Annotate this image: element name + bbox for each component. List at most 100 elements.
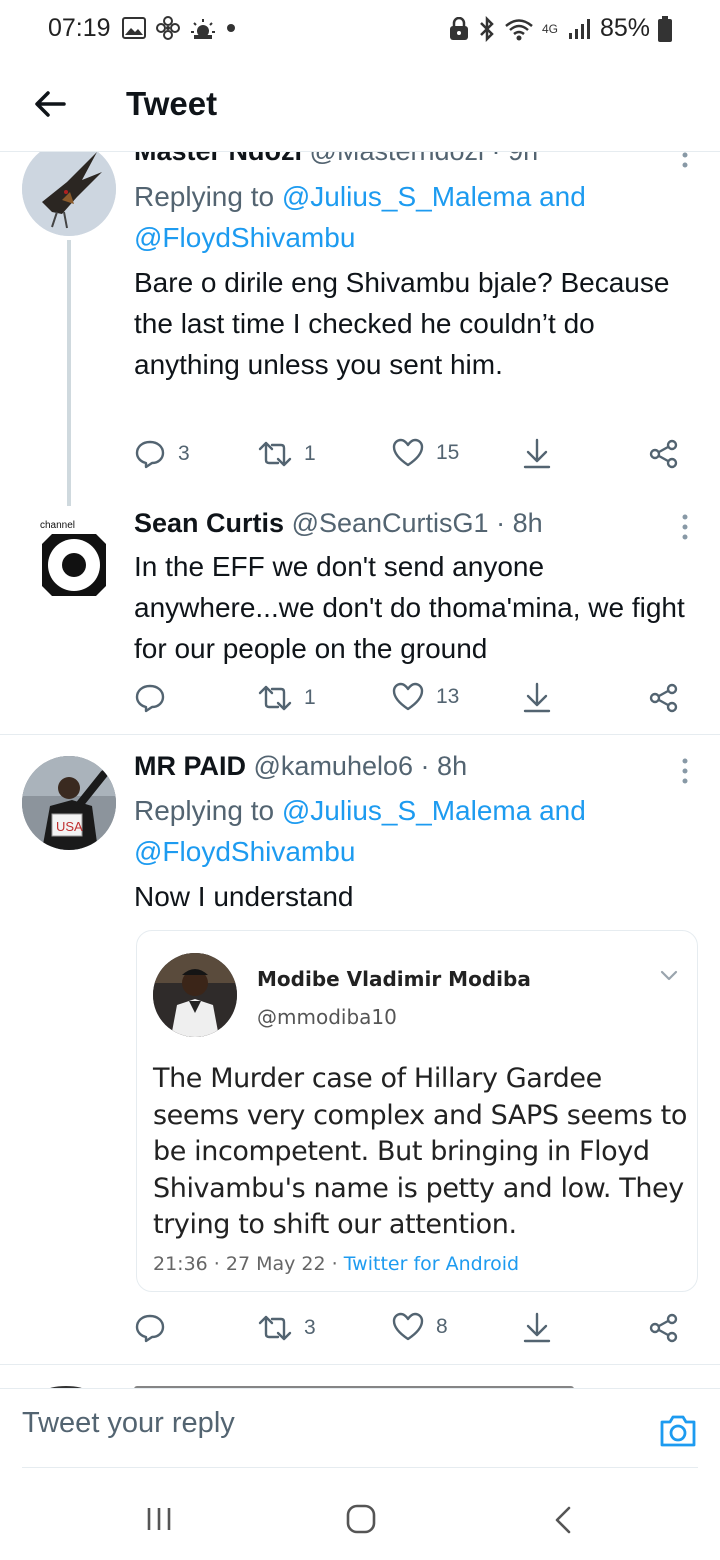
like-button[interactable]: 13: [392, 682, 459, 712]
camera-icon: [660, 1415, 696, 1447]
replying-to: Replying to @Julius_S_Malema and @FloydS…: [134, 176, 694, 258]
mention-link[interactable]: @Julius_S_Malema: [282, 795, 531, 826]
retweet-icon: [258, 441, 292, 467]
avatar-text: channel: [40, 520, 75, 531]
reply-input[interactable]: Tweet your reply: [22, 1407, 622, 1440]
network-type: 4G: [541, 21, 558, 36]
replying-to: Replying to @Julius_S_Malema and @FloydS…: [134, 790, 694, 872]
heart-icon: [392, 1312, 424, 1341]
divider: [0, 1364, 720, 1365]
retweet-button[interactable]: 1: [258, 438, 316, 470]
tweet-time: 8h: [437, 751, 468, 781]
back-button[interactable]: [30, 84, 70, 124]
channel-logo-avatar: channel: [22, 512, 116, 606]
tweet-text: Bare o dirile eng Shivambu bjale? Becaus…: [134, 267, 670, 380]
author-name[interactable]: Sean Curtis: [134, 508, 284, 538]
lock-icon: [449, 16, 468, 40]
reply-icon: [135, 440, 165, 469]
retweet-icon: [258, 1315, 292, 1341]
tweet-text: Now I understand: [134, 881, 354, 912]
avatar[interactable]: [22, 142, 116, 236]
more-options-icon[interactable]: [680, 512, 690, 542]
bookmark-button[interactable]: [522, 682, 552, 714]
status-notification-icons: [122, 16, 236, 40]
tweet-header: MR PAID @kamuhelo6 · 8h: [134, 751, 467, 782]
quoted-tweet-card[interactable]: Modibe Vladimir Modiba @mmodiba10 The Mu…: [136, 930, 698, 1292]
system-nav-bar: [0, 1468, 720, 1560]
avatar[interactable]: USA: [22, 756, 116, 850]
weather-icon: [191, 19, 215, 39]
like-count: 15: [436, 441, 460, 464]
retweet-button[interactable]: 3: [258, 1312, 316, 1344]
tweet-actions: 3 8: [134, 1312, 694, 1352]
bookmark-button[interactable]: [522, 1312, 552, 1344]
chevron-down-icon[interactable]: [659, 969, 679, 983]
replying-to-prefix: Replying to: [134, 795, 282, 826]
quoted-timestamp: 21:36 · 27 May 22 ·: [153, 1253, 344, 1275]
share-icon: [649, 683, 678, 713]
more-options-icon[interactable]: [680, 756, 690, 786]
quoted-tweet-text: The Murder case of Hillary Gardee seems …: [153, 1063, 687, 1240]
like-button[interactable]: 8: [392, 1312, 448, 1342]
download-icon: [523, 682, 551, 713]
thread-line: [67, 240, 71, 506]
quoted-author-name: Modibe Vladimir Modiba: [257, 967, 531, 991]
mention-and: and: [531, 181, 586, 212]
retweet-count: 1: [304, 442, 316, 465]
reply-icon: [135, 1314, 165, 1343]
mention-and: and: [531, 795, 586, 826]
recent-apps-icon[interactable]: [146, 1506, 172, 1532]
gallery-icon: [122, 17, 146, 39]
bluetooth-icon: [480, 15, 494, 42]
reply-icon: [135, 684, 165, 713]
pinwheel-icon: [156, 16, 180, 40]
author-name[interactable]: MR PAID: [134, 751, 246, 781]
tweet-actions: 1 13: [134, 682, 694, 722]
retweet-button[interactable]: 1: [258, 682, 316, 714]
page-title: Tweet: [126, 85, 218, 122]
reply-composer: Tweet your reply: [0, 1388, 720, 1469]
bookmark-button[interactable]: [522, 438, 552, 470]
reply-count: 3: [178, 442, 190, 465]
tweet-time: 8h: [512, 508, 543, 538]
share-button[interactable]: [648, 1312, 680, 1344]
quoted-author-handle: @mmodiba10: [257, 1005, 397, 1029]
heart-icon: [392, 682, 424, 711]
share-button[interactable]: [648, 682, 680, 714]
retweet-count: 1: [304, 686, 316, 709]
nav-back-icon[interactable]: [553, 1505, 573, 1535]
separator-dot: ·: [420, 751, 430, 781]
share-icon: [649, 439, 678, 469]
separator-dot: ·: [496, 508, 506, 538]
status-system-icons: 4G 85%: [448, 14, 672, 43]
share-button[interactable]: [648, 438, 680, 470]
mention-link[interactable]: @Julius_S_Malema: [282, 181, 531, 212]
tweet-header: Sean Curtis @SeanCurtisG1 · 8h: [134, 508, 543, 539]
status-time: 07:19: [48, 14, 111, 42]
reply-button[interactable]: 3: [134, 438, 190, 470]
quoted-source-link[interactable]: Twitter for Android: [344, 1253, 519, 1275]
avatar[interactable]: channel: [22, 512, 116, 606]
reply-button[interactable]: [134, 682, 178, 714]
battery-percent: 85%: [599, 14, 650, 42]
mention-link[interactable]: @FloydShivambu: [134, 836, 355, 867]
author-handle[interactable]: @SeanCurtisG1: [292, 508, 489, 538]
status-bar: 07:19 4G 85%: [0, 0, 720, 60]
avatar-text: USA: [56, 819, 83, 834]
wifi-icon: [505, 18, 533, 40]
person-avatar-image: USA: [22, 756, 116, 850]
home-icon[interactable]: [346, 1504, 376, 1534]
camera-button[interactable]: [658, 1413, 698, 1453]
quoted-avatar[interactable]: [153, 953, 237, 1037]
share-icon: [649, 1313, 678, 1343]
divider: [0, 734, 720, 735]
battery-icon: [658, 15, 672, 42]
like-button[interactable]: 15: [392, 438, 459, 468]
bird-avatar-image: [22, 142, 116, 236]
retweet-count: 3: [304, 1316, 316, 1339]
reply-button[interactable]: [134, 1312, 178, 1344]
quoted-tweet-meta: 21:36 · 27 May 22 · Twitter for Android: [153, 1253, 519, 1275]
author-handle[interactable]: @kamuhelo6: [254, 751, 414, 781]
mention-link[interactable]: @FloydShivambu: [134, 222, 355, 253]
retweet-icon: [258, 685, 292, 711]
